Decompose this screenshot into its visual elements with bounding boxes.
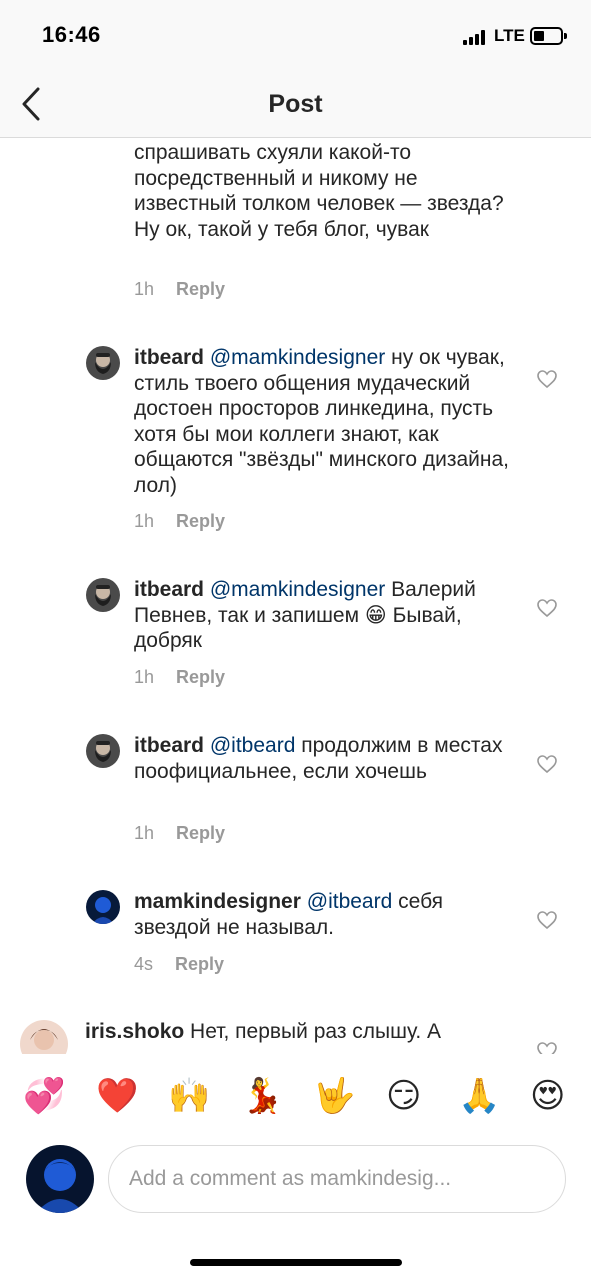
comment-mention[interactable]: @itbeard	[307, 890, 393, 913]
comment-meta: 1h Reply	[134, 511, 225, 532]
emoji-two-hearts[interactable]: 💞	[23, 1076, 65, 1116]
comments-list[interactable]: спрашивать схуяли какой-то посредственны…	[0, 139, 591, 1054]
comment-mention[interactable]: @mamkindesigner	[210, 346, 385, 369]
reply-button[interactable]: Reply	[176, 823, 225, 843]
user-avatar[interactable]	[86, 346, 120, 380]
comment-time: 1h	[134, 511, 155, 531]
comment-meta: 4s Reply	[134, 954, 224, 975]
emoji-raising-hands[interactable]: 🙌	[168, 1076, 210, 1116]
like-heart-icon[interactable]	[537, 1042, 557, 1054]
comment-username[interactable]: iris.shoko	[85, 1020, 184, 1043]
user-avatar[interactable]	[86, 890, 120, 924]
comment-time: 4s	[134, 954, 154, 974]
comment-username[interactable]: itbeard	[134, 734, 204, 757]
page-title: Post	[268, 90, 323, 118]
emoji-reaction-bar: 💞 ❤️ 🙌 💃 🤟 😏 🙏 😍	[0, 1054, 591, 1144]
comment-text: mamkindesigner @itbeard себя звездой не …	[134, 889, 514, 940]
user-avatar[interactable]	[86, 578, 120, 612]
comment-text: itbeard @mamkindesigner Валерий Певнев, …	[134, 577, 514, 654]
comment-mention[interactable]: @itbeard	[210, 734, 296, 757]
emoji-red-heart[interactable]: ❤️	[96, 1076, 138, 1116]
home-indicator	[190, 1259, 402, 1266]
comment-meta: 1h Reply	[134, 279, 225, 300]
status-time: 16:46	[42, 22, 101, 47]
comment-text: спрашивать схуяли какой-то посредственны…	[134, 140, 504, 242]
reply-button[interactable]: Reply	[176, 279, 225, 299]
comment-meta: 1h Reply	[134, 667, 225, 688]
comment-body: спрашивать схуяли какой-то посредственны…	[134, 141, 504, 241]
comment-text: itbeard @mamkindesigner ну ок чувак, сти…	[134, 345, 514, 498]
reply-button[interactable]: Reply	[176, 667, 225, 687]
cellular-signal-icon	[463, 30, 489, 45]
comment-username[interactable]: mamkindesigner	[134, 890, 301, 913]
comment-username[interactable]: itbeard	[134, 346, 204, 369]
user-avatar[interactable]	[20, 1020, 68, 1054]
emoji-love-you-gesture[interactable]: 🤟	[313, 1076, 355, 1116]
comment-meta: 1h Reply	[134, 823, 225, 844]
nav-bar: Post	[0, 74, 591, 138]
reply-button[interactable]: Reply	[176, 511, 225, 531]
comment-text: iris.shoko Нет, первый раз слышу. А	[85, 1019, 485, 1045]
comment-username[interactable]: itbeard	[134, 578, 204, 601]
comment-time: 1h	[134, 279, 155, 299]
network-type: LTE	[494, 26, 525, 45]
reply-button[interactable]: Reply	[175, 954, 224, 974]
current-user-avatar	[26, 1145, 94, 1213]
battery-icon	[530, 27, 567, 45]
like-heart-icon[interactable]	[537, 755, 557, 773]
comment-time: 1h	[134, 667, 155, 687]
like-heart-icon[interactable]	[537, 599, 557, 617]
like-heart-icon[interactable]	[537, 911, 557, 929]
emoji-smirk[interactable]: 😏	[386, 1076, 421, 1116]
comment-mention[interactable]: @mamkindesigner	[210, 578, 385, 601]
comment-text: itbeard @itbeard продолжим в местах пооф…	[134, 733, 514, 784]
status-bar: 16:46 LTE	[0, 0, 591, 74]
emoji-folded-hands[interactable]: 🙏	[458, 1076, 500, 1116]
comment-input[interactable]	[108, 1145, 566, 1213]
user-avatar[interactable]	[86, 734, 120, 768]
comment-body: Нет, первый раз слышу. А	[190, 1020, 442, 1043]
comment-time: 1h	[134, 823, 155, 843]
emoji-dancer[interactable]: 💃	[241, 1076, 283, 1116]
emoji-heart-eyes[interactable]: 😍	[530, 1076, 565, 1116]
like-heart-icon[interactable]	[537, 370, 557, 388]
